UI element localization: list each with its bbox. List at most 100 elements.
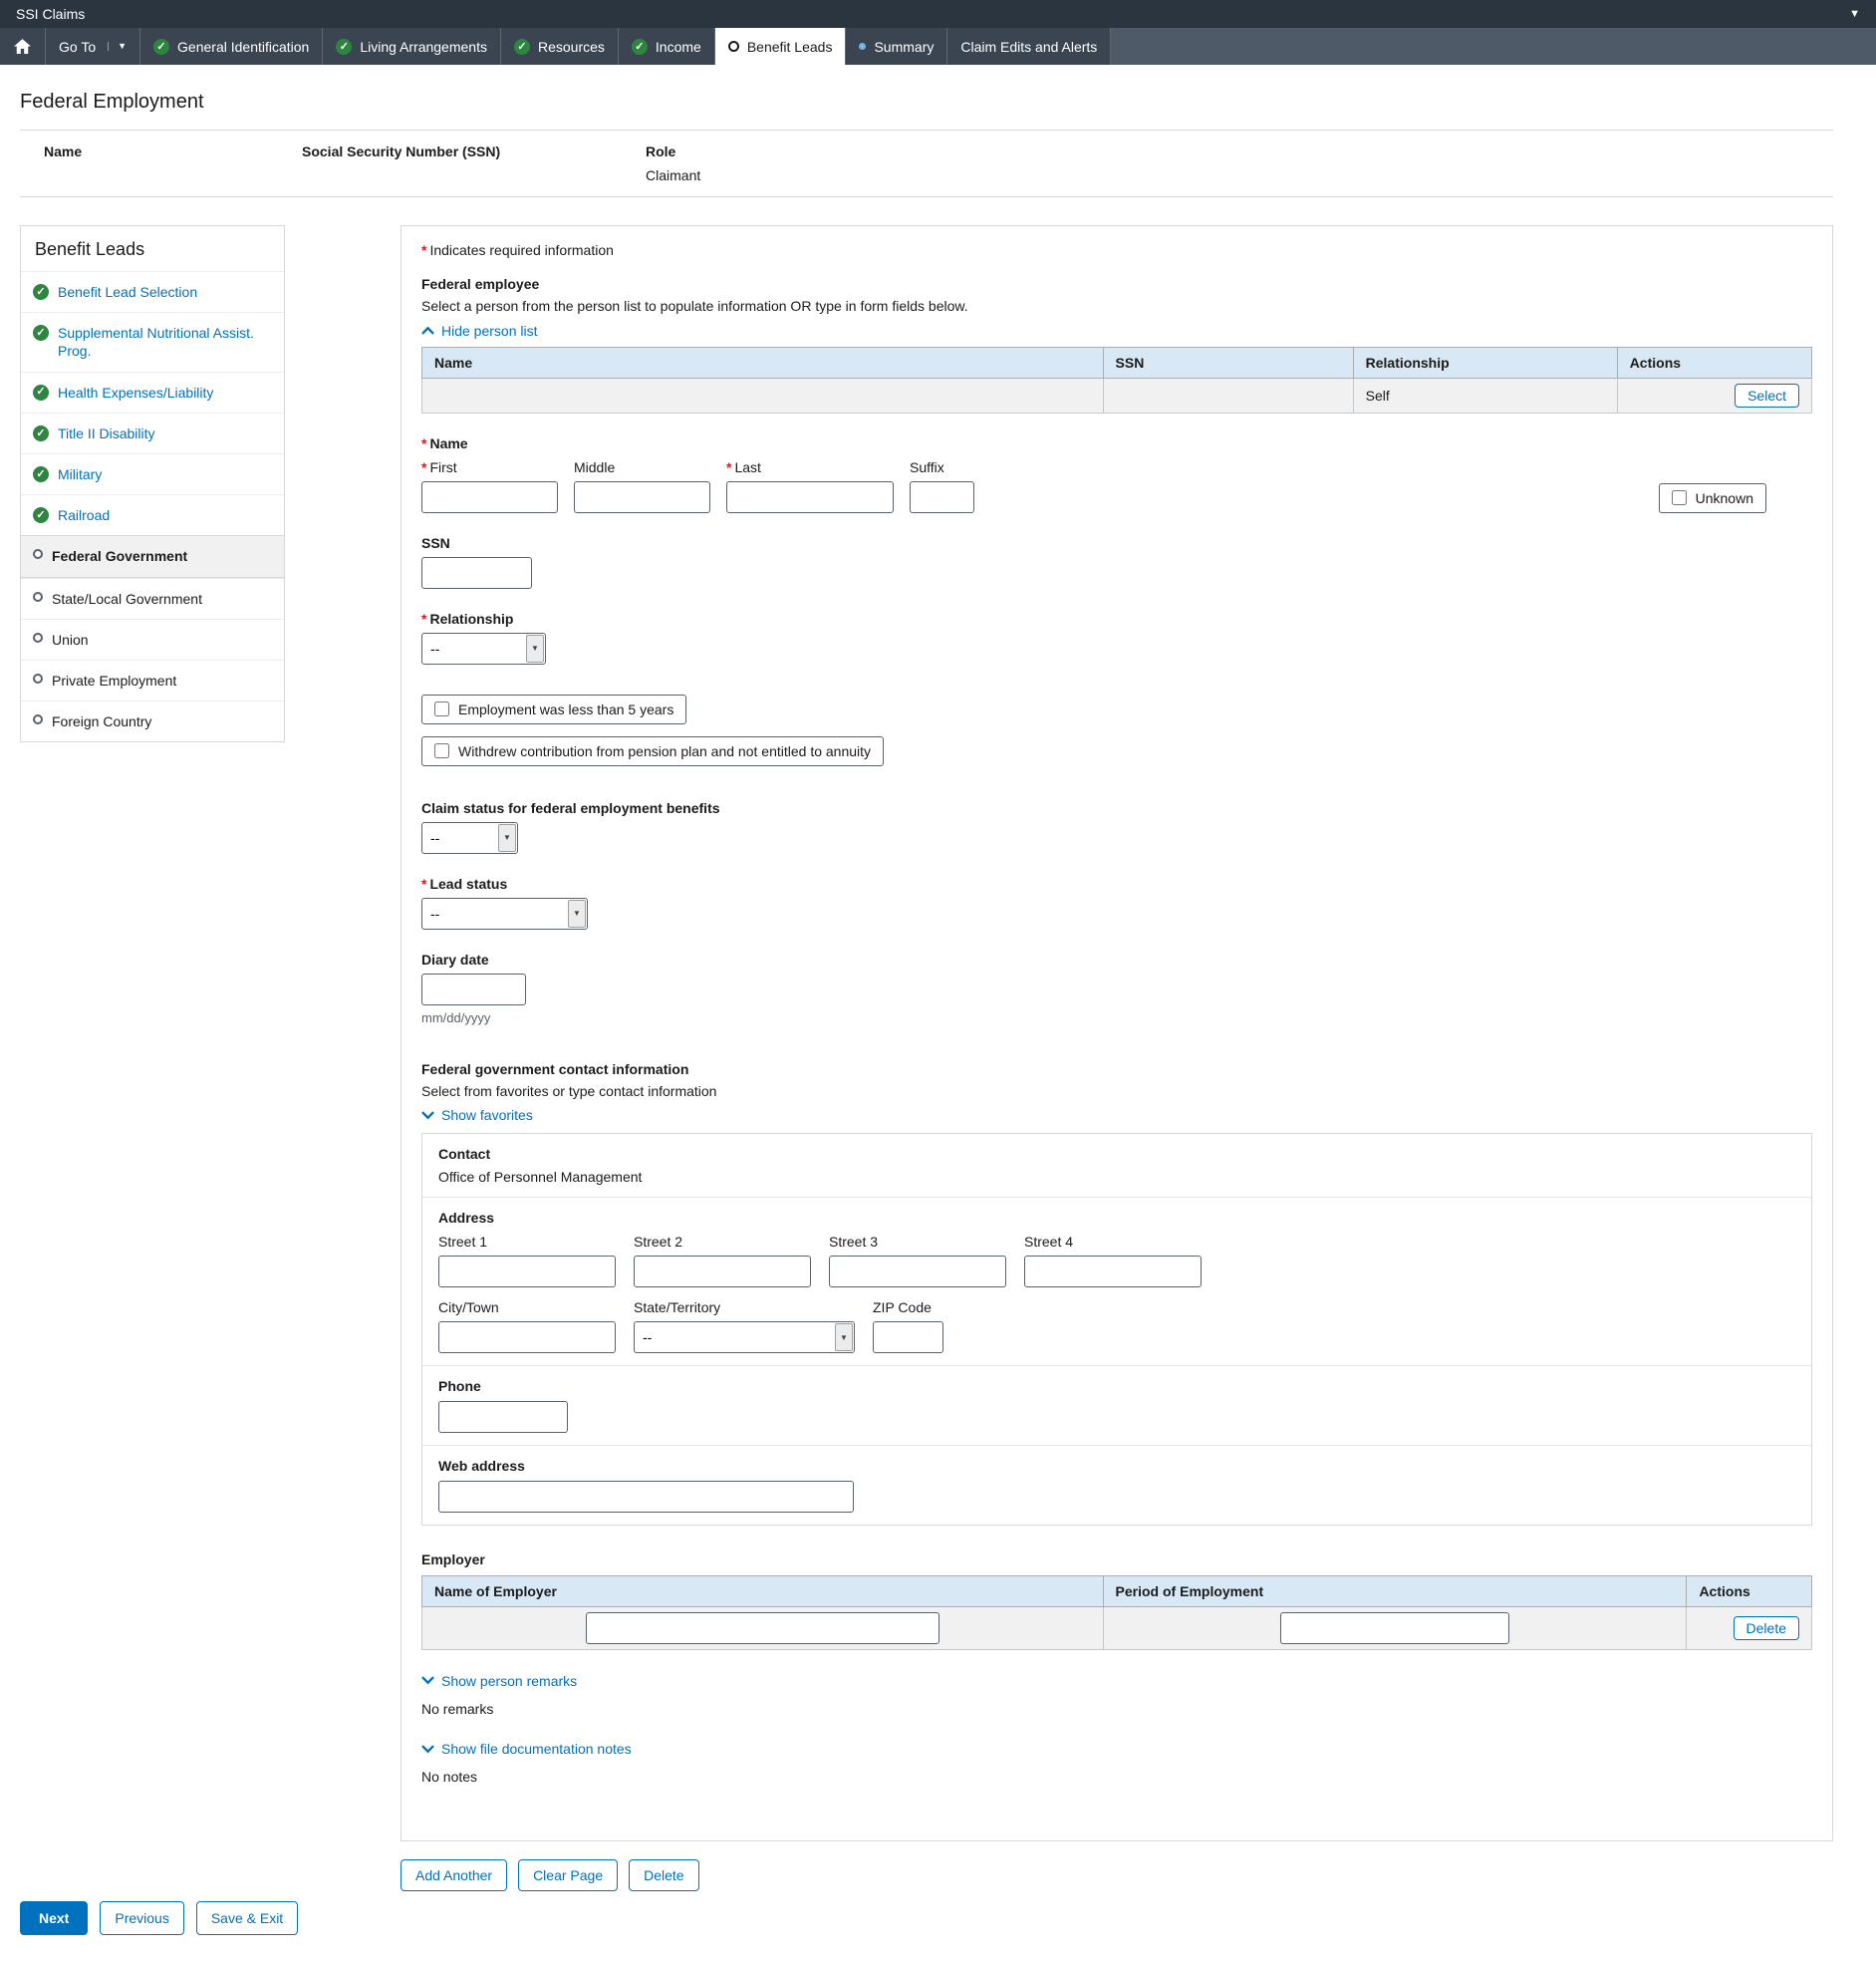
show-file-documentation-notes-toggle[interactable]: Show file documentation notes — [421, 1741, 632, 1757]
tab-benefit-leads[interactable]: Benefit Leads — [715, 28, 847, 65]
federal-employment-form: *Indicates required information Federal … — [401, 225, 1833, 1841]
no-remarks-text: No remarks — [421, 1701, 1812, 1717]
street1-field[interactable] — [438, 1256, 616, 1287]
sidebar-item-label: Title II Disability — [58, 424, 155, 442]
sidebar-item-railroad[interactable]: ✓ Railroad — [21, 494, 284, 535]
employer-heading: Employer — [421, 1551, 1812, 1567]
radio-circle-icon — [33, 549, 43, 559]
withdrew-checkbox-input[interactable] — [434, 743, 449, 758]
withdrew-contribution-checkbox[interactable]: Withdrew contribution from pension plan … — [421, 736, 884, 766]
tab-label: Claim Edits and Alerts — [960, 39, 1097, 55]
state-select[interactable]: -- ▼ — [634, 1321, 855, 1353]
middle-name-field[interactable] — [574, 481, 710, 513]
street4-field[interactable] — [1024, 1256, 1202, 1287]
web-address-field[interactable] — [438, 1481, 854, 1513]
relationship-select[interactable]: -- ▼ — [421, 633, 546, 665]
street2-field[interactable] — [634, 1256, 811, 1287]
chevron-up-icon — [421, 326, 434, 335]
street2-group: Street 2 — [634, 1234, 811, 1287]
suffix-group: Suffix — [910, 459, 974, 513]
sidebar-item-title-ii-disability[interactable]: ✓ Title II Disability — [21, 413, 284, 453]
save-and-exit-button[interactable]: Save & Exit — [196, 1901, 298, 1935]
tab-label: Benefit Leads — [747, 39, 833, 55]
caret-down-icon: ▼ — [108, 42, 127, 51]
sidebar-item-health-expenses[interactable]: ✓ Health Expenses/Liability — [21, 372, 284, 413]
check-icon: ✓ — [33, 507, 49, 523]
state-select-input[interactable]: -- — [634, 1321, 855, 1353]
radio-circle-icon — [33, 714, 43, 724]
clear-page-button[interactable]: Clear Page — [518, 1859, 618, 1891]
employer-name-field[interactable] — [586, 1612, 939, 1644]
add-another-button[interactable]: Add Another — [401, 1859, 507, 1891]
home-button[interactable] — [0, 28, 46, 65]
tab-summary[interactable]: Summary — [846, 28, 947, 65]
check-icon: ✓ — [336, 39, 352, 55]
app-title: SSI Claims — [16, 6, 85, 22]
employment-period-field[interactable] — [1280, 1612, 1509, 1644]
column-header-actions: Actions — [1617, 347, 1811, 378]
tab-claim-edits-alerts[interactable]: Claim Edits and Alerts — [947, 28, 1111, 65]
chevron-down-icon — [421, 1745, 434, 1754]
sidebar-item-private-employment[interactable]: Private Employment — [21, 660, 284, 701]
sidebar-item-label: State/Local Government — [52, 590, 202, 608]
last-name-field[interactable] — [726, 481, 894, 513]
tab-label: General Identification — [177, 39, 309, 55]
sidebar-item-foreign-country[interactable]: Foreign Country — [21, 701, 284, 741]
sidebar-item-military[interactable]: ✓ Military — [21, 453, 284, 494]
city-field[interactable] — [438, 1321, 616, 1353]
diary-date-format-hint: mm/dd/yyyy — [421, 1010, 1812, 1025]
person-role-column: Role Claimant — [646, 143, 1809, 183]
show-person-remarks-toggle[interactable]: Show person remarks — [421, 1673, 577, 1689]
lead-status-select-input[interactable]: -- — [421, 898, 588, 930]
select-person-button[interactable]: Select — [1735, 384, 1799, 408]
hide-person-list-toggle[interactable]: Hide person list — [421, 323, 538, 339]
previous-button[interactable]: Previous — [100, 1901, 183, 1935]
employer-row: Delete — [422, 1607, 1812, 1650]
show-favorites-toggle[interactable]: Show favorites — [421, 1107, 533, 1123]
next-button[interactable]: Next — [20, 1901, 88, 1935]
employment-less-than-5-years-checkbox[interactable]: Employment was less than 5 years — [421, 695, 686, 724]
address-section: Address Street 1 Street 2 Street 3 — [422, 1197, 1811, 1365]
first-name-label: First — [429, 459, 456, 475]
name-unknown-checkbox[interactable]: Unknown — [1659, 483, 1766, 513]
sidebar-item-benefit-lead-selection[interactable]: ✓ Benefit Lead Selection — [21, 271, 284, 312]
street3-field[interactable] — [829, 1256, 1006, 1287]
unknown-checkbox-input[interactable] — [1672, 490, 1687, 505]
contact-info-heading: Federal government contact information — [421, 1061, 1812, 1077]
check-icon: ✓ — [33, 385, 49, 401]
tab-general-identification[interactable]: ✓ General Identification — [140, 28, 323, 65]
lead-status-select[interactable]: -- ▼ — [421, 898, 588, 930]
sidebar-item-union[interactable]: Union — [21, 619, 284, 660]
ssn-label: SSN — [421, 535, 1812, 551]
tab-income[interactable]: ✓ Income — [619, 28, 715, 65]
app-header: SSI Claims ▼ — [0, 0, 1876, 28]
goto-dropdown[interactable]: Go To ▼ — [46, 28, 140, 65]
first-name-field[interactable] — [421, 481, 558, 513]
tab-resources[interactable]: ✓ Resources — [501, 28, 619, 65]
sidebar-item-label: Benefit Lead Selection — [58, 283, 197, 301]
required-asterisk: * — [421, 435, 426, 451]
diary-date-field[interactable] — [421, 974, 526, 1005]
relationship-select-input[interactable]: -- — [421, 633, 546, 665]
employment-checkbox-input[interactable] — [434, 701, 449, 716]
state-group: State/Territory -- ▼ — [634, 1299, 855, 1353]
delete-button[interactable]: Delete — [629, 1859, 698, 1891]
zip-field[interactable] — [873, 1321, 943, 1353]
phone-field[interactable] — [438, 1401, 568, 1433]
web-address-label: Web address — [438, 1458, 1795, 1474]
header-caret-down-icon[interactable]: ▼ — [1849, 9, 1860, 20]
diary-date-label: Diary date — [421, 952, 1812, 968]
suffix-field[interactable] — [910, 481, 974, 513]
radio-circle-icon — [33, 674, 43, 684]
sidebar-item-federal-government[interactable]: Federal Government — [21, 535, 284, 577]
state-label: State/Territory — [634, 1299, 855, 1315]
withdrew-checkbox-label: Withdrew contribution from pension plan … — [458, 743, 871, 759]
delete-employer-button[interactable]: Delete — [1734, 1616, 1799, 1640]
claim-status-select[interactable]: -- ▼ — [421, 822, 518, 854]
street2-label: Street 2 — [634, 1234, 811, 1250]
claim-status-select-input[interactable]: -- — [421, 822, 518, 854]
ssn-field[interactable] — [421, 557, 532, 589]
sidebar-item-state-local-government[interactable]: State/Local Government — [21, 578, 284, 619]
sidebar-item-snap[interactable]: ✓ Supplemental Nutritional Assist. Prog. — [21, 312, 284, 371]
tab-living-arrangements[interactable]: ✓ Living Arrangements — [323, 28, 501, 65]
